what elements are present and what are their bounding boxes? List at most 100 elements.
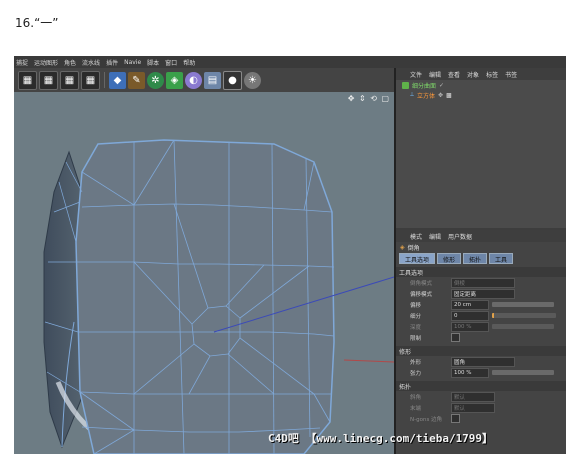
offset-mode-label: 偏移模式 — [410, 291, 433, 298]
end-select[interactable]: 默认 — [451, 402, 495, 413]
tension-input[interactable]: 100 % — [451, 367, 489, 378]
shape-select[interactable]: 圆角 — [451, 356, 515, 367]
row-bevel-mode: 倒角模式 倒棱 — [396, 277, 566, 288]
row-shape: 外形 圆角 — [396, 356, 566, 367]
render-queue-icon[interactable]: ▦ — [81, 70, 100, 90]
attribute-manager: 模式 编辑 用户数据 ◈ 倒角 工具选项 修形 拓扑 工具 工具选项 倒角模式 … — [396, 230, 566, 454]
menu-item-navie[interactable]: Navie — [124, 59, 141, 66]
attribute-title-text: 倒角 — [407, 245, 420, 252]
subdivision-surface-icon — [402, 81, 409, 89]
menu-item-help[interactable]: 帮助 — [183, 58, 195, 67]
ngon-checkbox[interactable] — [451, 414, 460, 423]
offset-slider[interactable] — [492, 302, 554, 307]
object-name: 立方体 — [417, 92, 436, 100]
row-offset: 偏移 20 cm — [396, 299, 566, 310]
shape-label: 外形 — [410, 359, 422, 366]
menu-item-plugins[interactable]: 插件 — [106, 58, 118, 67]
tab-topology[interactable]: 拓扑 — [463, 253, 488, 264]
om-menu-view[interactable]: 查看 — [448, 70, 460, 79]
menu-item-snap[interactable]: 捕捉 — [16, 58, 28, 67]
section-topology: 拓扑 — [396, 381, 566, 391]
object-manager: 文件 编辑 查看 对象 标签 书签 细分曲面 ✓ ⟂ 立方体 ✥ ▩ — [396, 68, 566, 228]
end-label: 末端 — [410, 405, 422, 412]
main-toolbar: ▦ ▦ ▦ ▦ ◆ ✎ ✲ ◈ ◐ ▤ ● ☀ — [14, 68, 396, 92]
attribute-title: ◈ 倒角 — [396, 242, 566, 253]
attribute-manager-menu: 模式 编辑 用户数据 — [396, 230, 566, 242]
bevel-mode-label: 倒角模式 — [410, 280, 433, 287]
tab-tool-options[interactable]: 工具选项 — [399, 253, 436, 264]
cube-object-icon: ⟂ — [410, 91, 415, 98]
row-subdivision: 细分 0 — [396, 310, 566, 321]
object-row-subdivision[interactable]: 细分曲面 ✓ — [396, 80, 566, 90]
depth-input[interactable]: 100 % — [451, 321, 489, 332]
phong-tag-icon[interactable]: ✥ — [438, 92, 443, 99]
tension-slider[interactable] — [492, 370, 554, 375]
menu-item-script[interactable]: 脚本 — [147, 58, 159, 67]
om-menu-objects[interactable]: 对象 — [467, 70, 479, 79]
cube-icon[interactable]: ◆ — [109, 71, 126, 89]
cinema4d-window: 捕捉 运动图形 角色 流水线 插件 Navie 脚本 窗口 帮助 ▦ ▦ ▦ ▦… — [14, 56, 566, 454]
offset-input[interactable]: 20 cm — [451, 299, 489, 310]
page-caption: 16.“一” — [15, 16, 59, 30]
menu-bar: 捕捉 运动图形 角色 流水线 插件 Navie 脚本 窗口 帮助 — [14, 56, 566, 68]
subdivision-input[interactable]: 0 — [451, 310, 489, 321]
corner-select[interactable]: 默认 — [451, 391, 495, 402]
toolbar-divider — [104, 72, 105, 88]
menu-item-character[interactable]: 角色 — [64, 58, 76, 67]
object-row-cube[interactable]: ⟂ 立方体 ✥ ▩ — [396, 90, 566, 100]
om-menu-file[interactable]: 文件 — [410, 70, 422, 79]
row-tension: 张力 100 % — [396, 367, 566, 378]
limit-checkbox[interactable] — [451, 333, 460, 342]
render-picture-icon[interactable]: ▦ — [39, 70, 58, 90]
floor-grid-icon[interactable]: ▤ — [204, 71, 221, 89]
section-tool-options: 工具选项 — [396, 267, 566, 277]
render-view-icon[interactable]: ▦ — [18, 70, 37, 90]
row-offset-mode: 偏移模式 固定距离 — [396, 288, 566, 299]
row-end: 末端 默认 — [396, 402, 566, 413]
camera-icon[interactable]: ● — [223, 70, 242, 90]
row-limit: 限制 — [396, 332, 566, 343]
object-name: 细分曲面 — [412, 82, 437, 90]
object-manager-menu: 文件 编辑 查看 对象 标签 书签 — [396, 68, 566, 80]
attribute-tabs: 工具选项 修形 拓扑 工具 — [396, 253, 566, 264]
beveled-cube-mesh[interactable] — [14, 92, 395, 454]
limit-label: 限制 — [410, 335, 422, 342]
render-settings-icon[interactable]: ▦ — [60, 70, 79, 90]
om-menu-edit[interactable]: 编辑 — [429, 70, 441, 79]
row-depth: 深度 100 % — [396, 321, 566, 332]
tension-label: 张力 — [410, 370, 422, 377]
am-menu-edit[interactable]: 编辑 — [429, 232, 441, 241]
offset-mode-select[interactable]: 固定距离 — [451, 288, 515, 299]
am-menu-mode[interactable]: 模式 — [410, 232, 422, 241]
viewport-nav-icons[interactable]: ✥ ⇕ ⟲ ▢ — [348, 94, 390, 103]
visibility-check-icon[interactable]: ✓ — [439, 82, 444, 89]
tab-tool[interactable]: 工具 — [489, 253, 514, 264]
bevel-tool-icon: ◈ — [400, 244, 405, 251]
om-menu-bookmarks[interactable]: 书签 — [505, 70, 517, 79]
depth-slider[interactable] — [492, 324, 554, 329]
section-shaping: 修形 — [396, 346, 566, 356]
light-bulb-icon[interactable]: ☀ — [244, 71, 261, 89]
menu-item-mograph[interactable]: 运动图形 — [34, 58, 58, 67]
offset-label: 偏移 — [410, 302, 422, 309]
3d-viewport[interactable]: ✥ ⇕ ⟲ ▢ — [14, 92, 395, 454]
row-ngons: N-gons 边角 — [396, 413, 566, 424]
menu-item-window[interactable]: 窗口 — [165, 58, 177, 67]
om-menu-tags[interactable]: 标签 — [486, 70, 498, 79]
subdivision-slider[interactable] — [492, 313, 556, 318]
depth-label: 深度 — [410, 324, 422, 331]
row-corner: 斜角 默认 — [396, 391, 566, 402]
bevel-mode-select[interactable]: 倒棱 — [451, 277, 515, 288]
corner-label: 斜角 — [410, 394, 422, 401]
menu-item-pipeline[interactable]: 流水线 — [82, 58, 100, 67]
subdivide-icon[interactable]: ◈ — [166, 71, 183, 89]
checker-tag-icon[interactable]: ▩ — [446, 92, 452, 99]
pen-icon[interactable]: ✎ — [128, 71, 145, 89]
tab-shaping[interactable]: 修形 — [437, 253, 462, 264]
deformer-icon[interactable]: ◐ — [185, 71, 202, 89]
ngon-label: N-gons 边角 — [410, 416, 443, 423]
gear-icon[interactable]: ✲ — [147, 71, 164, 89]
subdivision-label: 细分 — [410, 313, 422, 320]
am-menu-userdata[interactable]: 用户数据 — [448, 232, 472, 241]
site-watermark: C4D吧 【www.linecg.com/tieba/1799】 — [268, 432, 494, 445]
